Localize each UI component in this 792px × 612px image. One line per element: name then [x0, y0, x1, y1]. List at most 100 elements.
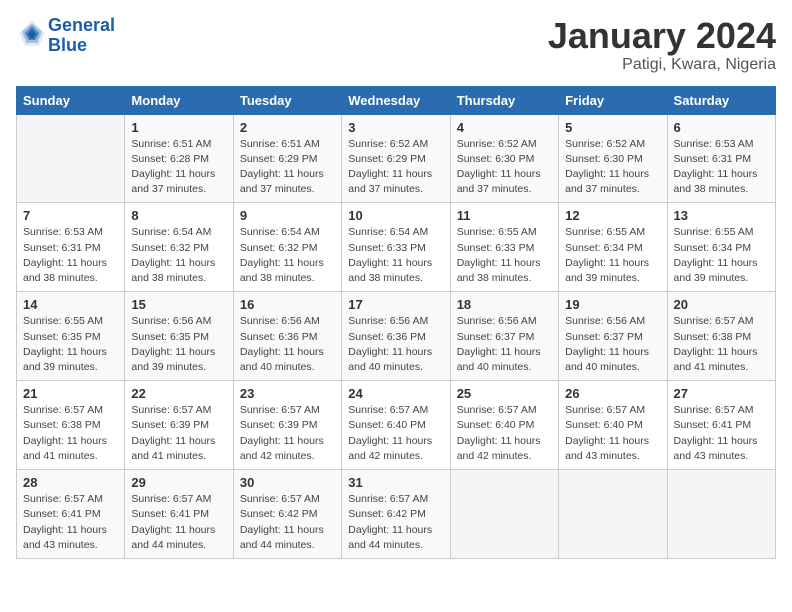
calendar-week-2: 7 Sunrise: 6:53 AMSunset: 6:31 PMDaylight… — [17, 203, 776, 292]
day-info: Sunrise: 6:57 AMSunset: 6:40 PMDaylight:… — [565, 403, 660, 464]
day-number: 30 — [240, 475, 335, 490]
day-number: 6 — [674, 120, 769, 135]
day-info: Sunrise: 6:56 AMSunset: 6:36 PMDaylight:… — [348, 314, 443, 375]
day-info: Sunrise: 6:57 AMSunset: 6:38 PMDaylight:… — [674, 314, 769, 375]
day-number: 22 — [131, 386, 226, 401]
day-info: Sunrise: 6:56 AMSunset: 6:37 PMDaylight:… — [457, 314, 552, 375]
month-title: January 2024 — [548, 16, 776, 56]
calendar-cell — [559, 470, 667, 559]
day-number: 27 — [674, 386, 769, 401]
header-tuesday: Tuesday — [233, 86, 341, 114]
day-number: 20 — [674, 297, 769, 312]
calendar-week-4: 21 Sunrise: 6:57 AMSunset: 6:38 PMDayligh… — [17, 381, 776, 470]
calendar-cell — [17, 114, 125, 203]
page-header: General Blue January 2024 Patigi, Kwara,… — [16, 16, 776, 74]
calendar-cell: 21 Sunrise: 6:57 AMSunset: 6:38 PMDayligh… — [17, 381, 125, 470]
day-info: Sunrise: 6:52 AMSunset: 6:29 PMDaylight:… — [348, 137, 443, 198]
day-info: Sunrise: 6:52 AMSunset: 6:30 PMDaylight:… — [457, 137, 552, 198]
day-info: Sunrise: 6:56 AMSunset: 6:37 PMDaylight:… — [565, 314, 660, 375]
calendar-cell: 30 Sunrise: 6:57 AMSunset: 6:42 PMDayligh… — [233, 470, 341, 559]
calendar-cell: 17 Sunrise: 6:56 AMSunset: 6:36 PMDayligh… — [342, 292, 450, 381]
day-number: 3 — [348, 120, 443, 135]
day-info: Sunrise: 6:57 AMSunset: 6:42 PMDaylight:… — [240, 492, 335, 553]
logo-general: General — [48, 15, 115, 35]
calendar-cell: 29 Sunrise: 6:57 AMSunset: 6:41 PMDayligh… — [125, 470, 233, 559]
day-info: Sunrise: 6:55 AMSunset: 6:34 PMDaylight:… — [674, 225, 769, 286]
day-number: 18 — [457, 297, 552, 312]
calendar-cell: 12Sunrise: 6:55 AMSunset: 6:34 PMDayligh… — [559, 203, 667, 292]
header-friday: Friday — [559, 86, 667, 114]
day-number: 4 — [457, 120, 552, 135]
calendar-cell: 10 Sunrise: 6:54 AMSunset: 6:33 PMDayligh… — [342, 203, 450, 292]
calendar-cell: 4 Sunrise: 6:52 AMSunset: 6:30 PMDaylight… — [450, 114, 558, 203]
day-info: Sunrise: 6:57 AMSunset: 6:41 PMDaylight:… — [23, 492, 118, 553]
calendar-week-3: 14 Sunrise: 6:55 AMSunset: 6:35 PMDayligh… — [17, 292, 776, 381]
day-info: Sunrise: 6:57 AMSunset: 6:40 PMDaylight:… — [348, 403, 443, 464]
calendar-week-1: 1Sunrise: 6:51 AMSunset: 6:28 PMDaylight… — [17, 114, 776, 203]
day-info: Sunrise: 6:56 AMSunset: 6:36 PMDaylight:… — [240, 314, 335, 375]
header-sunday: Sunday — [17, 86, 125, 114]
header-monday: Monday — [125, 86, 233, 114]
header-saturday: Saturday — [667, 86, 775, 114]
day-number: 12 — [565, 208, 660, 223]
day-number: 24 — [348, 386, 443, 401]
calendar-cell: 13 Sunrise: 6:55 AMSunset: 6:34 PMDayligh… — [667, 203, 775, 292]
day-info: Sunrise: 6:57 AMSunset: 6:38 PMDaylight:… — [23, 403, 118, 464]
day-info: Sunrise: 6:57 AMSunset: 6:42 PMDaylight:… — [348, 492, 443, 553]
calendar-cell: 7 Sunrise: 6:53 AMSunset: 6:31 PMDaylight… — [17, 203, 125, 292]
calendar-cell: 20 Sunrise: 6:57 AMSunset: 6:38 PMDayligh… — [667, 292, 775, 381]
day-info: Sunrise: 6:54 AMSunset: 6:32 PMDaylight:… — [240, 225, 335, 286]
day-info: Sunrise: 6:51 AMSunset: 6:28 PMDaylight:… — [131, 137, 226, 198]
calendar-cell: 23Sunrise: 6:57 AMSunset: 6:39 PMDayligh… — [233, 381, 341, 470]
day-number: 2 — [240, 120, 335, 135]
header-wednesday: Wednesday — [342, 86, 450, 114]
calendar-cell: 26 Sunrise: 6:57 AMSunset: 6:40 PMDayligh… — [559, 381, 667, 470]
day-number: 13 — [674, 208, 769, 223]
day-info: Sunrise: 6:57 AMSunset: 6:39 PMDaylight:… — [240, 403, 335, 464]
day-info: Sunrise: 6:53 AMSunset: 6:31 PMDaylight:… — [674, 137, 769, 198]
day-number: 26 — [565, 386, 660, 401]
day-number: 28 — [23, 475, 118, 490]
day-number: 17 — [348, 297, 443, 312]
day-info: Sunrise: 6:56 AMSunset: 6:35 PMDaylight:… — [131, 314, 226, 375]
day-number: 8 — [131, 208, 226, 223]
calendar-cell: 22 Sunrise: 6:57 AMSunset: 6:39 PMDayligh… — [125, 381, 233, 470]
header-thursday: Thursday — [450, 86, 558, 114]
calendar-cell: 9 Sunrise: 6:54 AMSunset: 6:32 PMDaylight… — [233, 203, 341, 292]
logo: General Blue — [16, 16, 115, 56]
day-number: 10 — [348, 208, 443, 223]
day-info: Sunrise: 6:54 AMSunset: 6:33 PMDaylight:… — [348, 225, 443, 286]
day-info: Sunrise: 6:57 AMSunset: 6:39 PMDaylight:… — [131, 403, 226, 464]
day-number: 15 — [131, 297, 226, 312]
location: Patigi, Kwara, Nigeria — [548, 56, 776, 74]
calendar-cell: 25Sunrise: 6:57 AMSunset: 6:40 PMDayligh… — [450, 381, 558, 470]
calendar-cell: 14 Sunrise: 6:55 AMSunset: 6:35 PMDayligh… — [17, 292, 125, 381]
calendar-cell — [450, 470, 558, 559]
day-info: Sunrise: 6:57 AMSunset: 6:41 PMDaylight:… — [131, 492, 226, 553]
calendar-cell: 1Sunrise: 6:51 AMSunset: 6:28 PMDaylight… — [125, 114, 233, 203]
day-info: Sunrise: 6:55 AMSunset: 6:33 PMDaylight:… — [457, 225, 552, 286]
day-number: 16 — [240, 297, 335, 312]
day-number: 29 — [131, 475, 226, 490]
day-info: Sunrise: 6:55 AMSunset: 6:35 PMDaylight:… — [23, 314, 118, 375]
day-number: 19 — [565, 297, 660, 312]
day-number: 9 — [240, 208, 335, 223]
day-info: Sunrise: 6:57 AMSunset: 6:41 PMDaylight:… — [674, 403, 769, 464]
day-info: Sunrise: 6:53 AMSunset: 6:31 PMDaylight:… — [23, 225, 118, 286]
day-number: 14 — [23, 297, 118, 312]
calendar-cell: 18 Sunrise: 6:56 AMSunset: 6:37 PMDayligh… — [450, 292, 558, 381]
day-info: Sunrise: 6:52 AMSunset: 6:30 PMDaylight:… — [565, 137, 660, 198]
calendar-header-row: SundayMondayTuesdayWednesdayThursdayFrid… — [17, 86, 776, 114]
calendar-cell: 6 Sunrise: 6:53 AMSunset: 6:31 PMDaylight… — [667, 114, 775, 203]
logo-text: General Blue — [48, 16, 115, 56]
calendar-cell — [667, 470, 775, 559]
calendar-cell: 15 Sunrise: 6:56 AMSunset: 6:35 PMDayligh… — [125, 292, 233, 381]
calendar-cell: 19 Sunrise: 6:56 AMSunset: 6:37 PMDayligh… — [559, 292, 667, 381]
calendar-cell: 27 Sunrise: 6:57 AMSunset: 6:41 PMDayligh… — [667, 381, 775, 470]
calendar-week-5: 28 Sunrise: 6:57 AMSunset: 6:41 PMDayligh… — [17, 470, 776, 559]
day-number: 21 — [23, 386, 118, 401]
calendar-cell: 3 Sunrise: 6:52 AMSunset: 6:29 PMDaylight… — [342, 114, 450, 203]
day-number: 31 — [348, 475, 443, 490]
calendar-cell: 24 Sunrise: 6:57 AMSunset: 6:40 PMDayligh… — [342, 381, 450, 470]
day-number: 7 — [23, 208, 118, 223]
